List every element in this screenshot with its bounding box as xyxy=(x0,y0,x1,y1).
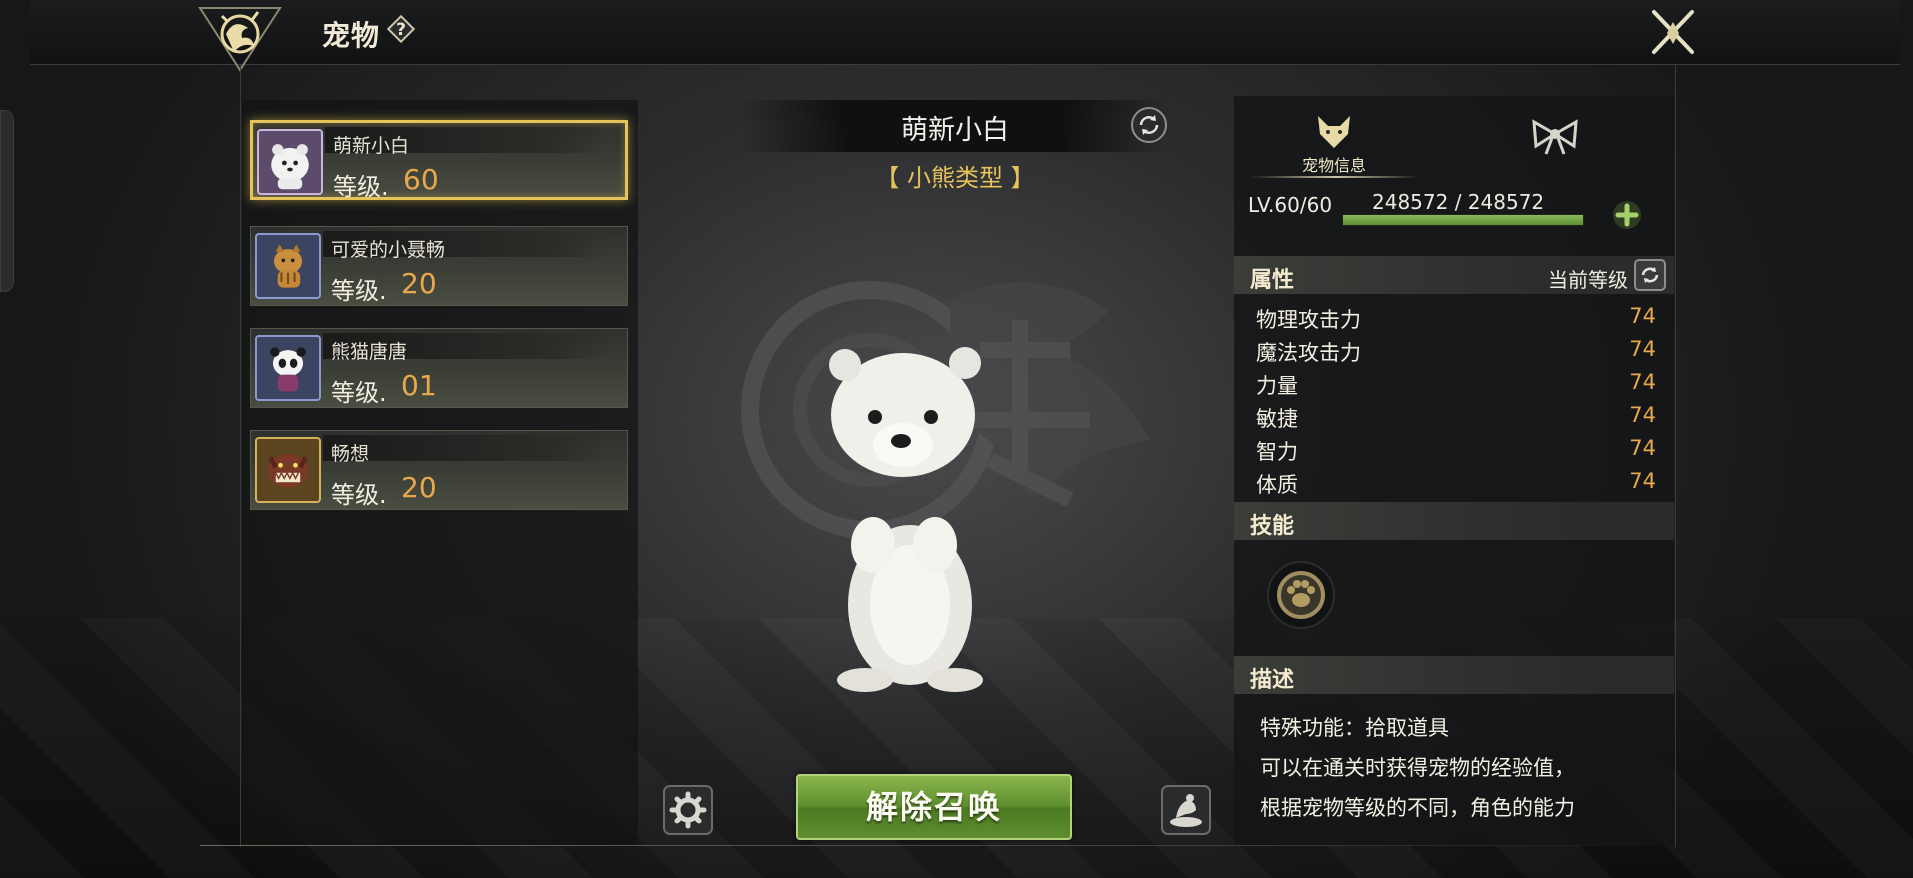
description-title: 描述 xyxy=(1250,668,1295,693)
pet-level-value: 20 xyxy=(401,471,437,504)
pet-name: 熊猫唐唐 xyxy=(331,341,408,363)
pet-level-label: 等级. xyxy=(331,379,387,407)
close-icon[interactable] xyxy=(1648,8,1698,58)
fox-head-icon xyxy=(1318,116,1350,148)
stat-value: 74 xyxy=(1629,469,1656,493)
help-icon[interactable]: ? xyxy=(386,14,416,44)
stat-row: 物理攻击力 74 xyxy=(1256,304,1656,334)
pet-info-panel: 宠物信息 LV.60/60 248572 / 248572 属性 当前等级 物理… xyxy=(1234,96,1674,845)
current-level-label: 当前等级 xyxy=(1548,268,1628,292)
stat-row: 力量 74 xyxy=(1256,370,1656,400)
stat-row: 魔法攻击力 74 xyxy=(1256,337,1656,367)
stat-name: 力量 xyxy=(1256,374,1298,398)
exp-text: 248572 / 248572 xyxy=(1372,190,1545,214)
bow-icon xyxy=(1532,119,1578,155)
stat-value: 74 xyxy=(1629,436,1656,460)
refresh-icon[interactable] xyxy=(1130,106,1168,144)
pet-list-item[interactable]: 可爱的小聂畅 等级. 20 xyxy=(250,226,628,306)
pet-level-label: 等级. xyxy=(331,481,387,509)
pet-name: 畅想 xyxy=(331,443,370,465)
feed-pet-icon[interactable] xyxy=(1160,784,1212,836)
monster-avatar xyxy=(255,437,321,503)
settings-icon[interactable] xyxy=(662,784,714,836)
refresh-icon[interactable] xyxy=(1634,259,1666,291)
description-line: 可以在通关时获得宠物的经验值， xyxy=(1260,756,1575,780)
side-drawer-handle[interactable] xyxy=(0,110,14,292)
attributes-header: 属性 当前等级 xyxy=(1234,256,1674,294)
attributes-title: 属性 xyxy=(1250,268,1295,293)
bottom-divider xyxy=(200,845,1670,846)
stat-name: 魔法攻击力 xyxy=(1256,341,1361,365)
top-bar xyxy=(30,0,1900,65)
exp-bar-fill xyxy=(1343,215,1583,225)
pet-name: 可爱的小聂畅 xyxy=(331,239,446,261)
stat-name: 智力 xyxy=(1256,440,1298,464)
pet-name: 萌新小白 xyxy=(333,135,410,157)
skills-header: 技能 xyxy=(1234,502,1674,540)
pet-level-text: LV.60/60 xyxy=(1248,193,1333,217)
plus-icon[interactable] xyxy=(1612,200,1642,230)
pet-list-item[interactable]: 畅想 等级. 20 xyxy=(250,430,628,510)
tab-decoration[interactable] xyxy=(1434,96,1674,180)
stat-name: 敏捷 xyxy=(1256,407,1298,431)
stat-row: 敏捷 74 xyxy=(1256,403,1656,433)
tab-pet-info[interactable]: 宠物信息 xyxy=(1234,96,1434,180)
pet-type-label: 【 小熊类型 】 xyxy=(875,164,1035,192)
tab-active-indicator xyxy=(1250,176,1420,178)
pet-list-item[interactable]: 萌新小白 等级. 60 xyxy=(250,120,628,201)
description-line: 根据宠物等级的不同，角色的能力 xyxy=(1260,796,1575,820)
tiger-cub-avatar xyxy=(255,233,321,299)
pet-level-label: 等级. xyxy=(331,277,387,305)
pet-list: 萌新小白 等级. 60 可爱的小聂畅 等级. 20 熊猫唐唐 等级. 01 畅想… xyxy=(242,100,638,845)
svg-text:?: ? xyxy=(396,20,406,40)
tab-pet-info-label: 宠物信息 xyxy=(1301,156,1366,175)
pet-level-value: 60 xyxy=(403,163,439,196)
stat-row: 智力 74 xyxy=(1256,436,1656,466)
stat-value: 74 xyxy=(1629,304,1656,328)
stat-value: 74 xyxy=(1629,370,1656,394)
stat-name: 物理攻击力 xyxy=(1256,308,1361,332)
stat-name: 体质 xyxy=(1256,473,1298,497)
white-bear-model xyxy=(829,347,983,692)
exp-bar xyxy=(1342,214,1584,226)
page-title: 宠物 xyxy=(322,19,381,52)
stat-value: 74 xyxy=(1629,403,1656,427)
description-line: 特殊功能：拾取道具 xyxy=(1260,716,1449,740)
selected-pet-name: 萌新小白 xyxy=(901,115,1009,146)
white-bear-avatar xyxy=(257,129,323,195)
paw-skill-icon[interactable] xyxy=(1266,560,1336,630)
pet-level-label: 等级. xyxy=(333,173,389,201)
panda-avatar xyxy=(255,335,321,401)
pet-level-value: 01 xyxy=(401,369,437,402)
stat-row: 体质 74 xyxy=(1256,469,1656,499)
skills-title: 技能 xyxy=(1250,514,1295,539)
stat-value: 74 xyxy=(1629,337,1656,361)
pet-level-value: 20 xyxy=(401,267,437,300)
pet-list-item[interactable]: 熊猫唐唐 等级. 01 xyxy=(250,328,628,408)
dismiss-summon-button[interactable]: 解除召唤 xyxy=(796,774,1072,840)
description-header: 描述 xyxy=(1234,656,1674,694)
